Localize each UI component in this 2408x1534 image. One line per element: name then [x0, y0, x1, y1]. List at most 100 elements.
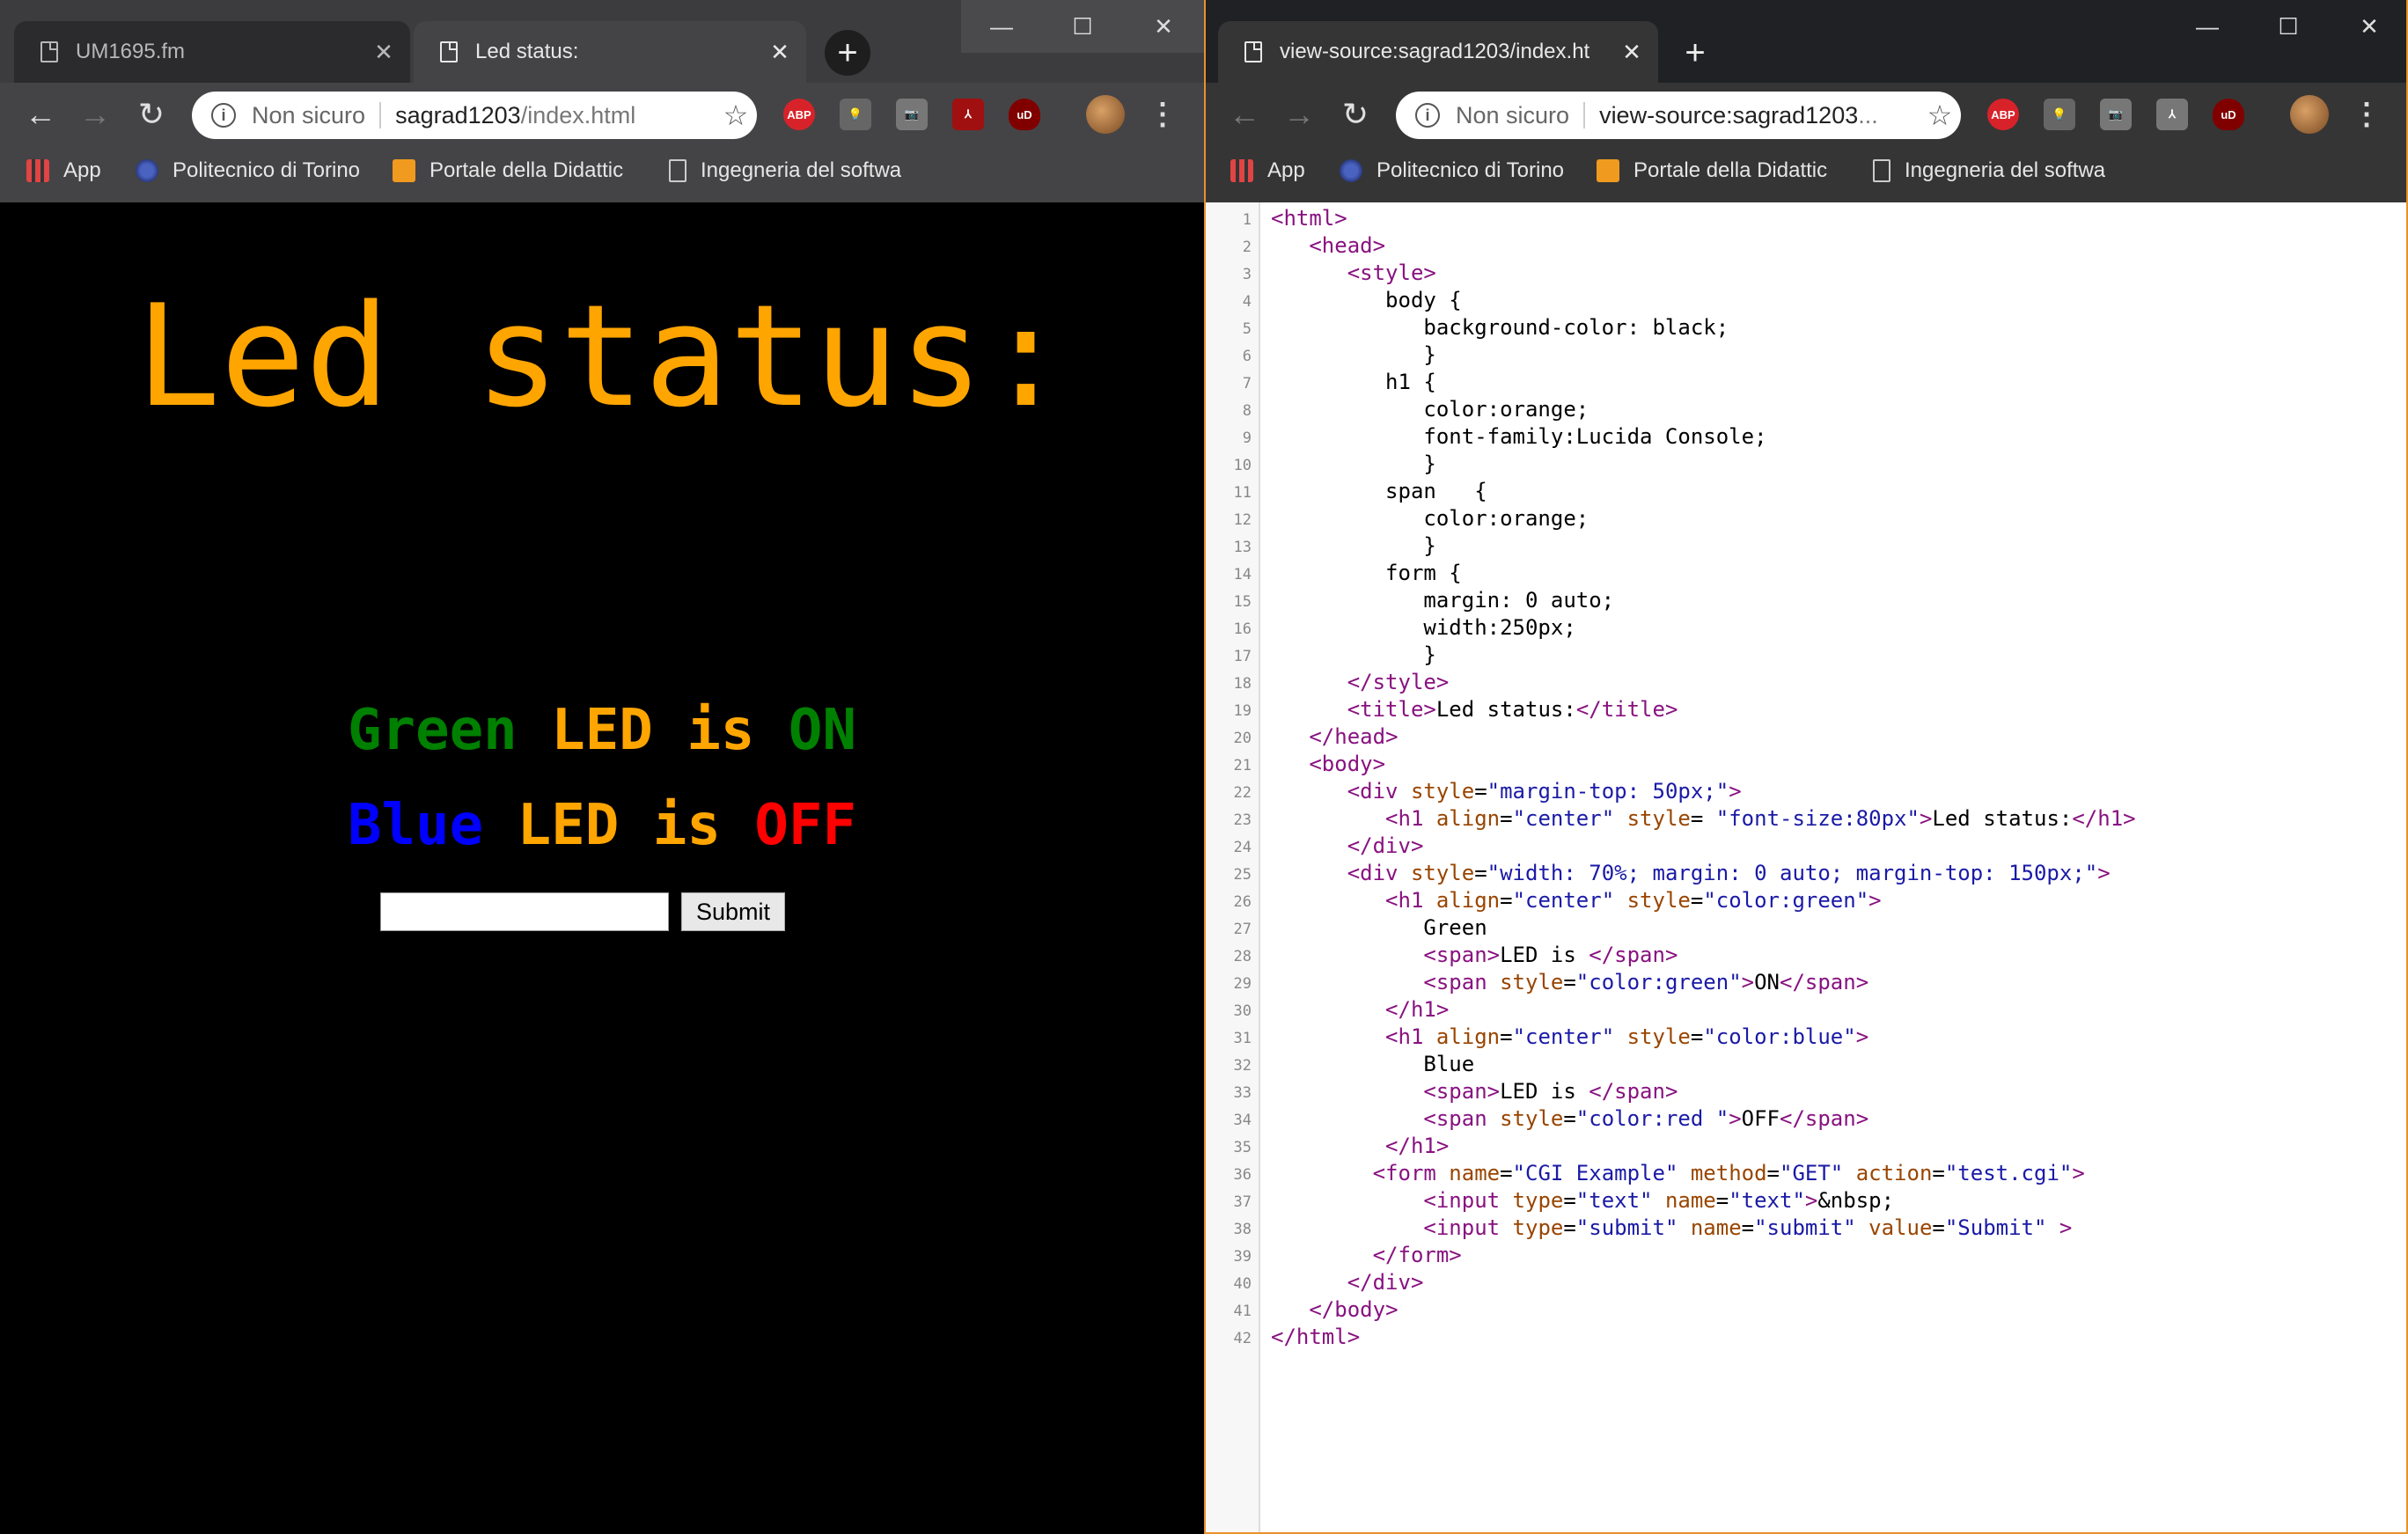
pdf-ext-icon[interactable]: ⅄ — [2156, 99, 2188, 130]
source-line: <h1 align="center" style= "font-size:80p… — [1385, 806, 2136, 831]
source-line: <h1 align="center" style="color:blue"> — [1385, 1024, 1869, 1049]
menu-icon[interactable]: ⋮ — [2352, 95, 2382, 134]
line-number: 8 — [1242, 402, 1252, 420]
source-line: </body> — [1309, 1297, 1399, 1322]
ublock-icon[interactable]: uD — [2213, 99, 2244, 130]
reload-icon[interactable]: ↻ — [130, 93, 173, 136]
bookmark-didattica[interactable]: Portale della Didattic — [1597, 151, 1827, 190]
bookmark-star-icon[interactable]: ☆ — [715, 99, 757, 132]
line-number: 41 — [1233, 1303, 1252, 1320]
reload-icon[interactable]: ↻ — [1334, 93, 1377, 136]
bookmark-politecnico[interactable]: Politecnico di Torino — [1340, 151, 1564, 190]
line-number: 26 — [1233, 893, 1252, 911]
bookmark-apps[interactable]: App — [1230, 151, 1305, 190]
line-number: 9 — [1242, 429, 1252, 447]
bookmark-didattica[interactable]: Portale della Didattic — [393, 151, 623, 190]
line-number: 6 — [1242, 348, 1252, 365]
tab-view-source[interactable]: view-source:sagrad1203/index.ht ✕ — [1218, 21, 1658, 83]
pdf-ext-icon[interactable]: ⅄ — [952, 99, 984, 130]
close-tab-icon[interactable]: ✕ — [762, 39, 797, 66]
tab-um1695[interactable]: UM1695.fm ✕ — [14, 21, 410, 83]
profile-avatar[interactable] — [2290, 95, 2329, 134]
url-text: view-source:sagrad1203... — [1599, 102, 1919, 129]
bookmark-ingegneria[interactable]: Ingegneria del softwa — [1873, 151, 2105, 190]
address-bar[interactable]: i Non sicuro view-source:sagrad1203... ☆ — [1396, 92, 1961, 139]
line-number: 10 — [1233, 457, 1252, 474]
back-icon[interactable]: ← — [19, 93, 62, 136]
line-number: 13 — [1233, 539, 1252, 556]
close-window-button[interactable]: ✕ — [1123, 0, 1204, 53]
bookmark-star-icon[interactable]: ☆ — [1919, 99, 1961, 132]
adblock-icon[interactable]: ABP — [783, 99, 815, 130]
cgi-form: Submit — [380, 892, 786, 931]
back-icon[interactable]: ← — [1223, 93, 1266, 136]
minimize-button[interactable]: — — [961, 0, 1042, 53]
minimize-button[interactable]: — — [2167, 0, 2248, 53]
polito-logo-icon — [136, 159, 158, 182]
source-line: } — [1271, 451, 1436, 476]
green-word: Green — [348, 698, 518, 763]
tab-led-status[interactable]: Led status: ✕ — [414, 21, 806, 83]
line-number: 27 — [1233, 921, 1252, 938]
polito-logo-icon — [1340, 159, 1362, 182]
ublock-icon[interactable]: uD — [1009, 99, 1040, 130]
source-line: h1 { — [1271, 370, 1436, 394]
source-line: form { — [1271, 561, 1462, 585]
blue-led-status: Blue LED is OFF — [0, 797, 1204, 854]
forward-icon[interactable]: → — [74, 93, 116, 136]
line-number: 12 — [1233, 511, 1252, 529]
bookmark-label: Portale della Didattic — [1633, 158, 1828, 182]
lightbulb-ext-icon[interactable]: 💡 — [2044, 99, 2075, 130]
camera-ext-icon[interactable]: 📷 — [2100, 99, 2132, 130]
line-number: 23 — [1233, 811, 1252, 829]
menu-icon[interactable]: ⋮ — [1148, 95, 1178, 134]
right-browser-window: view-source:sagrad1203/index.ht ✕ + — ☐ … — [1204, 0, 2408, 1534]
line-number: 4 — [1242, 293, 1252, 311]
info-icon[interactable]: i — [1415, 103, 1440, 128]
bookmark-label: Ingegneria del softwa — [1905, 158, 2106, 182]
security-label: Non sicuro — [252, 101, 366, 128]
source-line: margin: 0 auto; — [1271, 588, 1615, 613]
bookmark-ingegneria[interactable]: Ingegneria del softwa — [669, 151, 901, 190]
new-tab-button[interactable]: + — [825, 30, 870, 76]
profile-avatar[interactable] — [1086, 95, 1125, 134]
source-line: } — [1271, 342, 1436, 367]
line-number: 42 — [1233, 1330, 1252, 1347]
tab-strip: view-source:sagrad1203/index.ht ✕ + — ☐ … — [1206, 0, 2406, 83]
close-tab-icon[interactable]: ✕ — [1614, 39, 1649, 66]
source-view: 1 2 3 4 5 6 7 8 9 10 11 12 13 14 15 16 17 18 19 20 21 22 23 24 2… — [1206, 202, 2406, 1532]
bookmark-politecnico[interactable]: Politecnico di Torino — [136, 151, 360, 190]
divider — [1583, 102, 1586, 128]
line-number: 28 — [1233, 948, 1252, 965]
new-tab-button[interactable]: + — [1672, 30, 1718, 76]
close-window-button[interactable]: ✕ — [2329, 0, 2406, 53]
source-line: <span style="color:green">ON</span> — [1423, 970, 1869, 995]
source-line: </head> — [1309, 724, 1399, 749]
security-label: Non sicuro — [1456, 101, 1570, 128]
source-line: } — [1271, 642, 1436, 667]
maximize-button[interactable]: ☐ — [2248, 0, 2329, 53]
forward-icon[interactable]: → — [1278, 93, 1320, 136]
line-number: 18 — [1233, 675, 1252, 693]
lightbulb-ext-icon[interactable]: 💡 — [840, 99, 871, 130]
close-tab-icon[interactable]: ✕ — [366, 39, 401, 66]
address-bar[interactable]: i Non sicuro sagrad1203/index.html ☆ — [192, 92, 757, 139]
source-line: </h1> — [1385, 997, 1450, 1022]
source-line: <head> — [1309, 233, 1386, 258]
source-line: </form> — [1372, 1243, 1462, 1267]
bookmark-apps[interactable]: App — [26, 151, 101, 190]
submit-button[interactable]: Submit — [681, 892, 786, 931]
source-line: <span style="color:red ">OFF</span> — [1423, 1106, 1869, 1131]
bookmark-label: Ingegneria del softwa — [701, 158, 902, 182]
info-icon[interactable]: i — [211, 103, 236, 128]
maximize-button[interactable]: ☐ — [1042, 0, 1123, 53]
adblock-icon[interactable]: ABP — [1987, 99, 2019, 130]
camera-ext-icon[interactable]: 📷 — [896, 99, 928, 130]
source-line: </html> — [1271, 1325, 1361, 1349]
off-state: OFF — [754, 793, 856, 858]
text-input[interactable] — [380, 892, 669, 931]
line-number: 24 — [1233, 839, 1252, 856]
line-number: 11 — [1233, 484, 1252, 502]
line-number: 22 — [1233, 784, 1252, 802]
source-line: body { — [1271, 288, 1462, 312]
